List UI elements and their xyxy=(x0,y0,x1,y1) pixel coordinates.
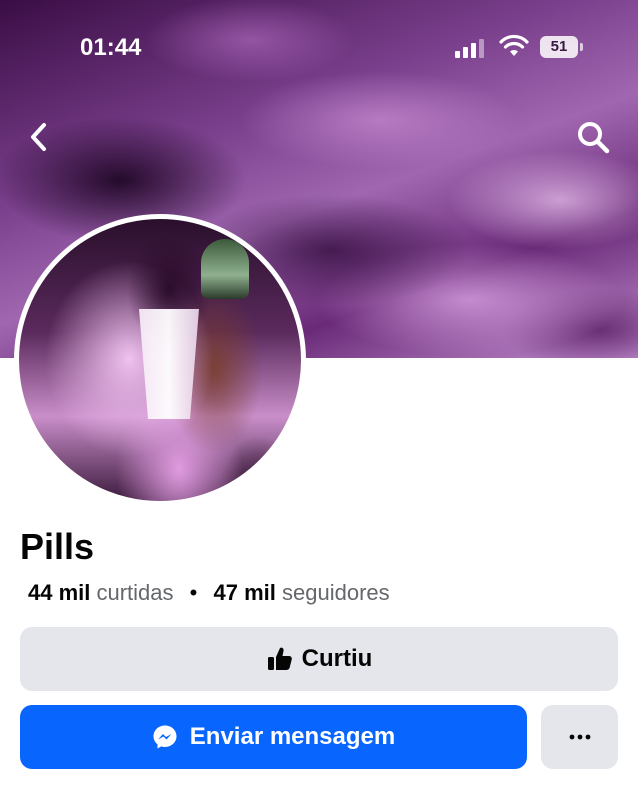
messenger-icon xyxy=(153,725,177,749)
thumbs-up-icon xyxy=(267,647,292,670)
page-stats: 44 mil curtidas • 47 mil seguidores xyxy=(28,580,390,606)
avatar-photo-detail xyxy=(201,239,249,299)
stats-separator: • xyxy=(189,580,198,605)
back-icon[interactable] xyxy=(26,120,52,154)
status-time: 01:44 xyxy=(80,34,142,61)
liked-button-label: Curtiu xyxy=(301,645,373,672)
status-bar: 01:44 51 xyxy=(0,0,638,96)
page-name: Pills xyxy=(20,526,95,567)
avatar-photo-detail xyxy=(139,309,199,419)
wifi-icon xyxy=(499,34,529,56)
likes-count: 44 mil xyxy=(28,580,91,605)
liked-button[interactable]: Curtiu xyxy=(20,627,618,691)
send-message-button[interactable]: Enviar mensagem xyxy=(20,705,527,769)
search-icon[interactable] xyxy=(574,118,612,156)
followers-count: 47 mil xyxy=(213,580,276,605)
send-message-label: Enviar mensagem xyxy=(189,723,396,750)
battery-level: 51 xyxy=(540,36,578,58)
followers-label[interactable]: seguidores xyxy=(282,580,390,605)
signal-icon xyxy=(455,39,484,58)
likes-label[interactable]: curtidas xyxy=(97,580,174,605)
more-icon xyxy=(569,734,590,740)
battery-cap xyxy=(580,43,583,51)
more-options-button[interactable] xyxy=(541,705,618,769)
battery-icon: 51 xyxy=(540,36,584,58)
profile-avatar[interactable] xyxy=(14,214,306,506)
